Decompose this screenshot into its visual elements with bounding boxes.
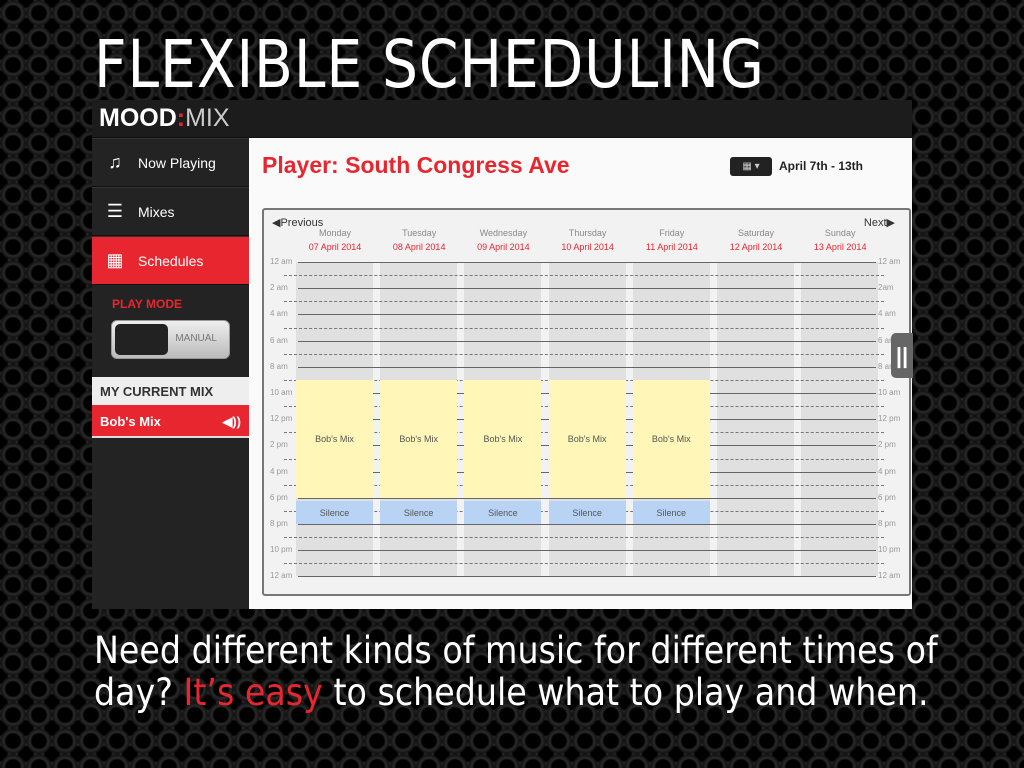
day-date: 10 April 2014 xyxy=(561,242,614,252)
week-calendar: ◀Previous Next▶ Monday 07 April 2014 Tuesd… xyxy=(262,208,911,596)
time-label-right: 10 am xyxy=(878,388,901,397)
schedule-block-mix[interactable]: Bob's Mix xyxy=(548,379,626,498)
time-label-left: 2 am xyxy=(270,283,288,293)
calendar-icon: ▦ xyxy=(106,250,124,270)
schedule-block-mix[interactable]: Bob's Mix xyxy=(296,379,373,498)
day-name: Tuesday xyxy=(402,228,437,238)
time-label-left: 4 pm xyxy=(270,466,288,476)
day-date: 08 April 2014 xyxy=(392,242,446,252)
time-label-right: 10 pm xyxy=(878,545,901,555)
day-date: 07 April 2014 xyxy=(308,242,362,252)
time-label-left: 12 am xyxy=(270,257,293,266)
time-label-left: 8 am xyxy=(270,361,288,371)
day-name: Saturday xyxy=(737,228,775,238)
hour-line xyxy=(298,288,876,290)
my-current-mix-header: MY CURRENT MIX xyxy=(92,377,249,405)
day-name: Monday xyxy=(318,228,352,238)
schedule-block-silence[interactable]: Silence xyxy=(464,501,542,524)
day-name: Sunday xyxy=(824,228,856,238)
sidebar-item-now-playing[interactable]: ♫ Now Playing xyxy=(92,138,249,187)
speaker-icon[interactable]: ◀)) xyxy=(222,414,241,429)
time-label-right: 12 pm xyxy=(878,414,901,424)
half-line xyxy=(284,301,884,303)
drag-handle[interactable]: || xyxy=(891,333,913,378)
app-window: MOOD:MIX ♫ Now Playing ☰ Mixes ▦ Schedules … xyxy=(92,100,912,609)
time-label-right: 12 am xyxy=(878,571,901,581)
sidebar-item-mixes[interactable]: ☰ Mixes xyxy=(92,187,249,236)
sidebar-item-schedules[interactable]: ▦ Schedules xyxy=(92,236,249,285)
time-label-right: 4 pm xyxy=(878,466,896,476)
day-header: Wednesday 09 April 2014 xyxy=(461,226,545,254)
time-label-left: 10 am xyxy=(270,388,293,397)
day-header: Monday 07 April 2014 xyxy=(293,226,377,254)
hour-line xyxy=(298,314,876,316)
day-header: Sunday 13 April 2014 xyxy=(798,226,882,254)
time-label-left: 10 pm xyxy=(270,545,293,555)
time-label-right: 2 pm xyxy=(878,440,896,450)
current-mix-name: Bob's Mix xyxy=(100,414,161,429)
half-line xyxy=(284,537,884,539)
time-label-right: 6 pm xyxy=(878,492,896,502)
day-header: Tuesday 08 April 2014 xyxy=(377,226,461,254)
hour-line xyxy=(298,497,876,499)
nav-label: Now Playing xyxy=(138,154,216,171)
day-date: 11 April 2014 xyxy=(645,242,698,252)
day-date: 13 April 2014 xyxy=(813,242,867,252)
half-line xyxy=(284,275,884,277)
toggle-label: MANUAL xyxy=(175,333,217,344)
time-label-left: 2 pm xyxy=(270,440,288,450)
time-label-left: 12 pm xyxy=(270,414,293,424)
list-icon: ☰ xyxy=(106,201,124,221)
day-name: Friday xyxy=(659,228,685,238)
page-title: Player: South Congress Ave xyxy=(262,152,570,178)
moodmix-logo: MOOD:MIX xyxy=(99,104,230,132)
hour-line xyxy=(298,262,876,263)
time-label-left: 6 am xyxy=(270,335,288,345)
hour-line xyxy=(298,366,876,368)
schedule-block-mix[interactable]: Bob's Mix xyxy=(464,379,542,498)
current-mix-item[interactable]: Bob's Mix ◀)) xyxy=(92,405,249,438)
caption: Need different kinds of music for differ… xyxy=(94,629,938,714)
headline: FLEXIBLE SCHEDULING xyxy=(94,26,765,103)
main-panel: Player: South Congress Ave ▦ ▾ April 7th… xyxy=(249,138,912,609)
time-label-left: 6 pm xyxy=(270,492,288,502)
schedule-block-mix[interactable]: Bob's Mix xyxy=(632,379,710,498)
nav-label: Schedules xyxy=(138,252,204,269)
time-label-left: 12 am xyxy=(270,571,293,581)
day-name: Thursday xyxy=(568,228,607,238)
half-line xyxy=(284,327,884,329)
day-header: Friday 11 April 2014 xyxy=(630,226,714,254)
hour-line xyxy=(298,340,876,342)
half-line xyxy=(284,353,884,355)
day-header: Saturday 12 April 2014 xyxy=(714,226,798,254)
schedule-block-silence[interactable]: Silence xyxy=(548,501,626,524)
schedule-block-silence[interactable]: Silence xyxy=(380,501,458,524)
schedule-block-mix[interactable]: Bob's Mix xyxy=(380,379,458,498)
sidebar: ♫ Now Playing ☰ Mixes ▦ Schedules PLAY MODE… xyxy=(92,138,249,609)
day-date: 12 April 2014 xyxy=(729,242,783,252)
time-label-right: 4 am xyxy=(878,309,896,319)
time-label-right: 8 pm xyxy=(878,519,896,528)
schedule-block-silence[interactable]: Silence xyxy=(296,501,373,524)
time-label-right: 2am xyxy=(878,283,894,293)
date-range: April 7th - 13th xyxy=(779,159,864,173)
hour-line xyxy=(298,524,876,525)
play-mode-toggle[interactable]: MANUAL xyxy=(111,320,230,359)
half-line xyxy=(284,563,884,565)
music-note-icon: ♫ xyxy=(108,152,122,172)
toggle-knob[interactable] xyxy=(115,324,168,355)
hour-line xyxy=(298,576,876,578)
schedule-block-silence[interactable]: Silence xyxy=(632,501,710,524)
top-bar: MOOD:MIX xyxy=(92,100,912,138)
time-label-left: 8 pm xyxy=(270,519,288,528)
hour-line xyxy=(298,550,876,552)
nav-label: Mixes xyxy=(138,203,175,220)
play-mode-label: PLAY MODE xyxy=(112,297,183,311)
day-date: 09 April 2014 xyxy=(477,242,530,252)
day-name: Wednesday xyxy=(479,228,528,238)
time-label-left: 4 am xyxy=(270,309,288,319)
day-header: Thursday 10 April 2014 xyxy=(546,226,630,254)
time-label-right: 12 am xyxy=(878,257,901,266)
calendar-picker-button[interactable]: ▦ ▾ xyxy=(730,157,772,176)
